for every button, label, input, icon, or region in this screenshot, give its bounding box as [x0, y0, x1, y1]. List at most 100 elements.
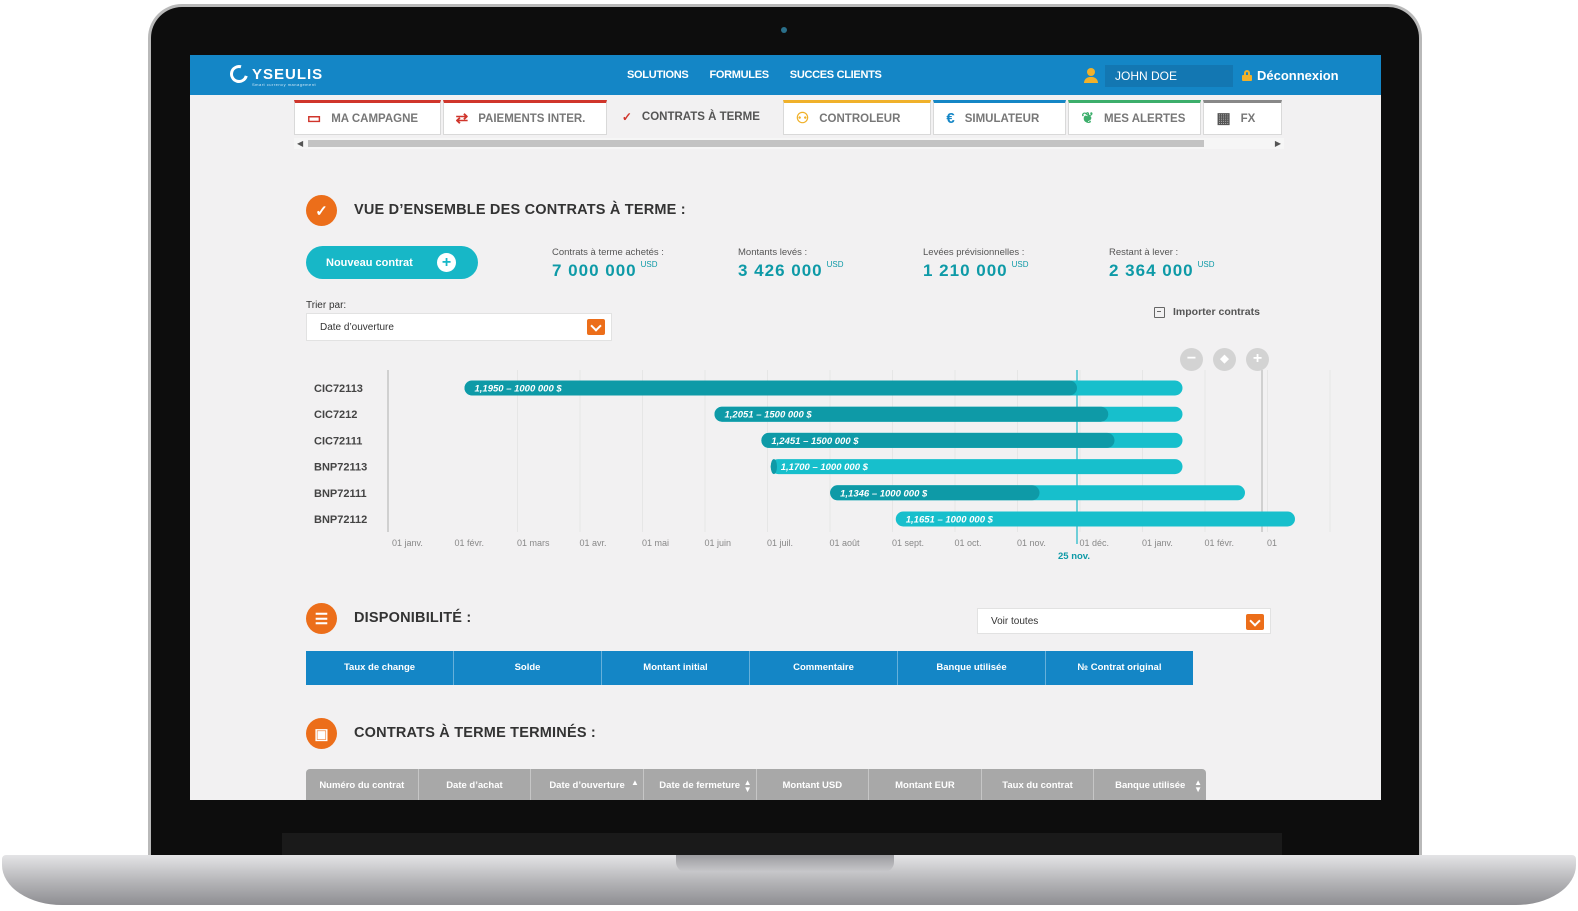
import-contracts-button[interactable]: Importer contrats [1154, 306, 1260, 318]
col-montant-initial[interactable]: Montant initial [602, 651, 750, 685]
archive-box-icon: ▣ [306, 718, 337, 749]
tab-paiements-inter[interactable]: ⇄ PAIEMENTS INTER. [442, 100, 607, 135]
gantt-row-label: BNP72111 [314, 488, 367, 500]
gantt-x-tick: 01 avr. [580, 538, 607, 548]
scroll-thumb[interactable] [308, 140, 1204, 147]
check-circle-icon: ✓ [306, 195, 337, 226]
logo-text: YSEULIS [252, 65, 324, 83]
scroll-left-icon[interactable]: ◀ [297, 138, 303, 149]
scroll-right-icon[interactable]: ▶ [1275, 138, 1281, 149]
col-montant-usd[interactable]: Montant USD [757, 769, 870, 800]
stat-purchased: Contrats à terme achetés : 7 000 000 USD [552, 247, 664, 281]
col-solde[interactable]: Solde [454, 651, 602, 685]
import-label: Importer contrats [1173, 306, 1260, 318]
contracts-gantt-chart: 01 janv. 01 févr. 01 mars 01 avr. 01 mai 01 j… [314, 370, 1331, 562]
stat-value: 2 364 000 USD [1109, 260, 1215, 280]
stat-raised: Montants levés : 3 426 000 USD [738, 247, 844, 281]
gantt-today-label: 25 nov. [1058, 551, 1090, 562]
chevron-down-icon [1246, 614, 1264, 630]
lock-icon [1242, 70, 1252, 81]
col-montant-eur[interactable]: Montant EUR [869, 769, 982, 800]
gantt-x-tick: 01 janv. [392, 538, 423, 548]
laptop-notch [676, 855, 894, 872]
nav-succes-clients[interactable]: SUCCES CLIENTS [790, 69, 882, 81]
availability-filter-select[interactable]: Voir toutes [977, 608, 1271, 634]
tab-mes-alertes[interactable]: ❦ MES ALERTES [1068, 100, 1202, 135]
logo[interactable]: YSEULIS Smart currency management [226, 61, 324, 87]
gantt-x-tick: 01 [1267, 538, 1277, 548]
gantt-row-label: BNP72112 [314, 514, 367, 526]
tab-label: PAIEMENTS INTER. [478, 112, 586, 125]
gantt-x-tick: 01 juil. [767, 538, 793, 548]
col-banque[interactable]: Banque utilisée ▲ ▼ [1094, 769, 1206, 800]
gantt-x-tick: 01 déc. [1080, 538, 1110, 548]
logout-button[interactable]: Déconnexion [1242, 68, 1339, 83]
gantt-bar-label: 1,1651 – 1000 000 $ [906, 515, 994, 526]
tab-simulateur[interactable]: € SIMULATEUR [933, 100, 1067, 135]
nav-solutions[interactable]: SOLUTIONS [627, 69, 689, 81]
laptop-check-icon: ▭ [307, 110, 322, 127]
logo-mark-icon [226, 61, 252, 87]
user-name[interactable]: JOHN DOE [1105, 65, 1233, 87]
col-taux-de-change[interactable]: Taux de change [306, 651, 454, 685]
gantt-bar-label: 1,1346 – 1000 000 $ [840, 488, 928, 499]
users-icon: ⚇ [795, 110, 810, 127]
nav-formules[interactable]: FORMULES [709, 69, 769, 81]
tab-controleur[interactable]: ⚇ CONTROLEUR [782, 100, 932, 135]
col-date-achat[interactable]: Date d’achat [419, 769, 532, 800]
sort-icon[interactable]: ▲ [631, 779, 639, 787]
gantt-row-label: CIC72111 [314, 435, 362, 447]
availability-filter-value: Voir toutes [991, 615, 1039, 627]
tab-fx[interactable]: ▦ FX [1203, 100, 1282, 135]
stat-label: Montants levés : [738, 247, 808, 258]
sort-icon[interactable]: ▲ ▼ [744, 779, 752, 794]
gantt-bar-progress [770, 459, 777, 475]
import-icon [1154, 306, 1165, 318]
finished-table-header: Numéro du contrat Date d’achat Date d’ou… [306, 769, 1206, 800]
tab-ma-campagne[interactable]: ▭ MA CAMPAGNE [294, 100, 441, 135]
overview-title: VUE D’ENSEMBLE DES CONTRATS À TERME : [354, 202, 686, 218]
zoom-in-icon[interactable]: + [1246, 348, 1269, 371]
gantt-row-label: CIC72113 [314, 383, 363, 395]
gantt-bar-label: 1,2451 – 1500 000 $ [771, 436, 859, 447]
user-icon [1083, 68, 1099, 84]
list-icon: ☰ [306, 603, 337, 634]
col-taux-contrat[interactable]: Taux du contrat [982, 769, 1095, 800]
gantt-x-tick: 01 août [830, 538, 861, 548]
col-banque-utilisee[interactable]: Banque utilisée [898, 651, 1046, 685]
col-commentaire[interactable]: Commentaire [750, 651, 898, 685]
col-numero-contrat[interactable]: Numéro du contrat [306, 769, 419, 800]
user-menu[interactable]: JOHN DOE [1083, 65, 1233, 87]
tab-label: MES ALERTES [1104, 112, 1186, 125]
tab-label: SIMULATEUR [964, 112, 1040, 125]
sort-select[interactable]: Date d’ouverture [306, 313, 612, 341]
stat-label: Levées prévisionnelles : [923, 247, 1025, 258]
gantt-x-tick: 01 sept. [892, 538, 924, 548]
col-date-ouverture[interactable]: Date d’ouverture ▲ [531, 769, 644, 800]
new-contract-label: Nouveau contrat [326, 256, 413, 269]
transfer-arrows-icon: ⇄ [455, 110, 469, 127]
stat-label: Contrats à terme achetés : [552, 247, 664, 258]
plus-icon: + [437, 253, 456, 272]
sort-value: Date d’ouverture [320, 321, 394, 333]
finished-title: CONTRATS À TERME TERMINÉS : [354, 725, 596, 741]
sort-icon[interactable]: ▲ ▼ [1194, 779, 1202, 794]
availability-table-header: Taux de change Solde Montant initial Com… [306, 651, 1193, 685]
gantt-bar-label: 1,1950 – 1000 000 $ [475, 384, 563, 395]
stat-forecast: Levées prévisionnelles : 1 210 000 USD [923, 247, 1029, 281]
stat-value: 7 000 000 USD [552, 260, 658, 280]
stat-remaining: Restant à lever : 2 364 000 USD [1109, 247, 1215, 281]
gantt-x-tick: 01 oct. [955, 538, 982, 548]
gantt-x-tick: 01 févr. [455, 538, 485, 548]
tab-contrats-a-terme[interactable]: ✓ CONTRATS À TERME [608, 100, 781, 132]
gantt-bar-label: 1,2051 – 1500 000 $ [725, 410, 813, 421]
col-contrat-original[interactable]: № Contrat original [1046, 651, 1193, 685]
zoom-out-icon[interactable]: − [1180, 348, 1203, 371]
tab-label: MA CAMPAGNE [331, 112, 419, 125]
tab-label: FX [1240, 112, 1256, 125]
gantt-x-tick: 01 mars [517, 538, 550, 548]
reset-zoom-icon[interactable]: ◆ [1213, 348, 1236, 371]
tabs-scrollbar[interactable]: ◀ ▶ [294, 138, 1284, 149]
col-date-fermeture[interactable]: Date de fermeture ▲ ▼ [644, 769, 757, 800]
new-contract-button[interactable]: Nouveau contrat + [306, 246, 478, 279]
